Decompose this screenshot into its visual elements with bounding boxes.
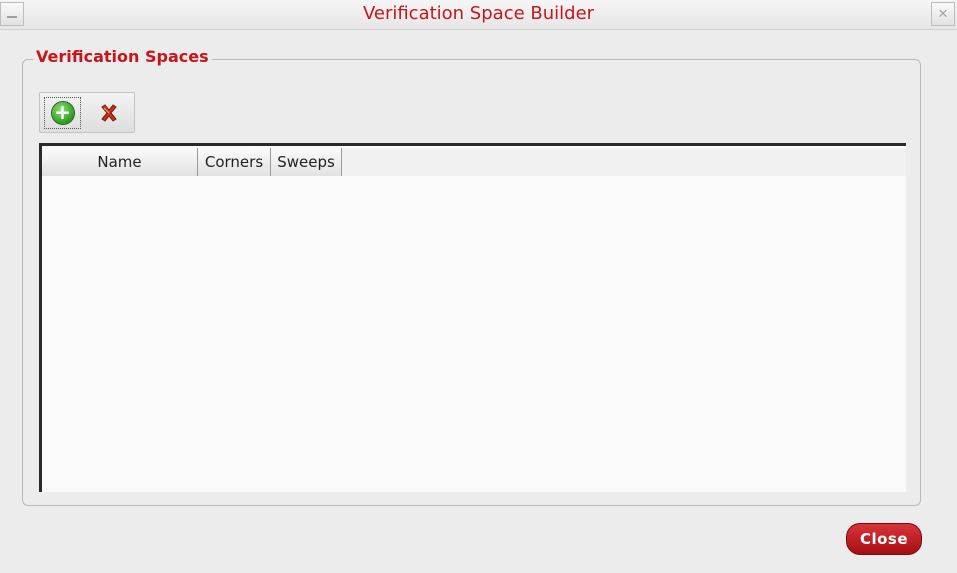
- table-body[interactable]: [42, 176, 906, 492]
- close-x-icon: ✕: [937, 6, 949, 22]
- column-header-sweeps[interactable]: Sweeps: [271, 148, 342, 176]
- close-button[interactable]: Close: [846, 523, 922, 555]
- verification-space-builder-window: Verification Space Builder ✕ Verificatio…: [0, 0, 957, 573]
- add-green-plus-icon: +: [51, 102, 74, 124]
- group-legend: Verification Spaces: [33, 47, 212, 66]
- column-header-name[interactable]: Name: [42, 148, 198, 176]
- add-verification-space-button[interactable]: +: [44, 97, 81, 129]
- table-header: Name Corners Sweeps: [42, 148, 906, 176]
- toolbar: +: [39, 92, 135, 133]
- verification-spaces-table[interactable]: Name Corners Sweeps: [39, 143, 906, 492]
- column-header-corners[interactable]: Corners: [198, 148, 271, 176]
- window-title: Verification Space Builder: [362, 3, 595, 24]
- delete-verification-space-button[interactable]: [95, 99, 123, 127]
- delete-red-x-icon: [101, 104, 117, 122]
- title-bar: Verification Space Builder ✕: [0, 0, 957, 30]
- window-close-button[interactable]: ✕: [931, 2, 955, 26]
